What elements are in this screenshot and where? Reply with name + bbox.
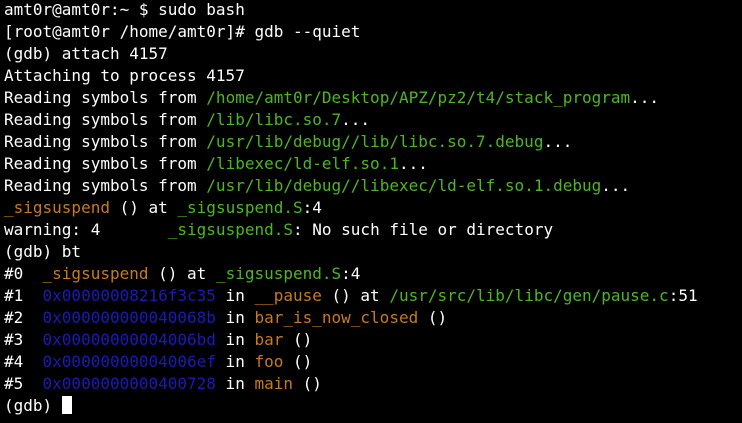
terminal-text-segment: 0x00000000004006bd [42,330,216,349]
terminal-text-segment: #3 [4,330,43,349]
terminal-text-segment: in [215,286,255,305]
terminal-text-segment: /usr/src/lib/libc/gen/pause.c [389,286,669,305]
terminal-text-segment: () [292,374,322,393]
reading-symbols-line: Reading symbols from /usr/lib/debug//lib… [4,175,742,197]
terminal-text-segment: _sigsuspend [4,198,110,217]
shell-prompt-line: amt0r@amt0r:~ $ sudo bash [4,0,742,21]
backtrace-frame: #5 0x0000000000400728 in main () [4,373,742,395]
reading-symbols-line: Reading symbols from /home/amt0r/Desktop… [4,87,742,109]
terminal-text-segment: 0x00000000004006ef [42,352,216,371]
terminal-text-segment: : No such file or directory [293,220,554,239]
terminal-text-segment: #4 [4,352,43,371]
terminal-text-segment: warning: 4 [4,220,168,239]
terminal-text-segment: Reading symbols from [4,110,207,129]
terminal-text-segment: /lib/libc.so.7 [206,110,342,129]
reading-symbols-line: Reading symbols from /lib/libc.so.7... [4,109,742,131]
terminal-text-segment: ... [630,88,660,107]
terminal-text-segment: ... [398,154,428,173]
terminal-text-segment: _sigsuspend.S [177,198,303,217]
terminal-text-segment: :4 [341,264,361,283]
backtrace-frame: #4 0x00000000004006ef in foo () [4,351,742,373]
gdb-attach-line: (gdb) attach 4157 [4,43,742,65]
terminal-text-segment: ... [543,132,573,151]
terminal-text-segment: Reading symbols from [4,132,207,151]
gdb-bt-line: (gdb) bt [4,241,742,263]
terminal-text-segment: /usr/lib/debug//lib/libc.so.7.debug [206,132,544,151]
terminal-cursor[interactable] [61,396,72,414]
terminal-text-segment: () [283,330,313,349]
terminal-text-segment: Reading symbols from [4,154,207,173]
terminal-text-segment: Reading symbols from [4,88,207,107]
terminal-text-segment: #5 [4,374,43,393]
terminal-text-segment: bar [254,330,284,349]
terminal-text-segment: () [283,352,313,371]
gdb-input-line: (gdb) [4,395,742,417]
terminal-text-segment: (gdb) [4,396,62,415]
terminal-text-segment: amt0r@amt0r:~ $ sudo bash [4,0,245,19]
terminal-text-segment: /home/amt0r/Desktop/APZ/pz2/t4/stack_pro… [206,88,631,107]
terminal-text-segment: (gdb) bt [4,242,82,261]
terminal-text-segment: #0 [4,264,43,283]
reading-symbols-line: Reading symbols from /usr/lib/debug//lib… [4,131,742,153]
stop-location-line: _sigsuspend () at _sigsuspend.S:4 [4,197,742,219]
terminal-text-segment: in [215,308,255,327]
terminal-text-segment: main [254,374,293,393]
terminal-text-segment: () at [109,198,178,217]
warning-line: warning: 4 _sigsuspend.S: No such file o… [4,219,742,241]
root-prompt-line: [root@amt0r /home/amt0r]# gdb --quiet [4,21,742,43]
terminal-text-segment: () at [321,286,390,305]
terminal-text-segment: (gdb) attach 4157 [4,44,168,63]
backtrace-frame: #2 0x000000000040068b in bar_is_now_clos… [4,307,742,329]
attaching-line: Attaching to process 4157 [4,65,742,87]
terminal-text-segment: _sigsuspend.S [215,264,342,283]
terminal-text-segment: :4 [302,198,322,217]
terminal-text-segment: foo [254,352,284,371]
terminal-text-segment: 0x000000000040068b [42,308,216,327]
backtrace-frame: #3 0x00000000004006bd in bar () [4,329,742,351]
terminal-text-segment: #1 [4,286,43,305]
terminal-text-segment: #2 [4,308,43,327]
terminal-text-segment: in [215,352,255,371]
backtrace-frame: #0 _sigsuspend () at _sigsuspend.S:4 [4,263,742,285]
terminal-text-segment: in [215,330,255,349]
terminal-text-segment: ... [341,110,371,129]
terminal-text-segment: _sigsuspend.S [167,220,293,239]
terminal-text-segment: 0x0000000000400728 [42,374,216,393]
terminal-text-segment: /libexec/ld-elf.so.1 [206,154,399,173]
terminal-text-segment: _sigsuspend [42,264,149,283]
backtrace-frame: #1 0x00000008216f3c35 in __pause () at /… [4,285,742,307]
terminal-text-segment: 0x00000008216f3c35 [42,286,216,305]
reading-symbols-line: Reading symbols from /libexec/ld-elf.so.… [4,153,742,175]
terminal-text-segment: :51 [668,286,698,305]
terminal-window[interactable]: amt0r@amt0r:~ $ sudo bash [root@amt0r /ho… [0,0,742,423]
terminal-text-segment: bar_is_now_closed [254,308,419,327]
terminal-text-segment: Reading symbols from [4,176,207,195]
terminal-text-segment: Attaching to process 4157 [4,66,245,85]
terminal-text-segment: ... [601,176,631,195]
terminal-text-segment: () [418,308,448,327]
terminal-text-segment: [root@amt0r /home/amt0r]# gdb --quiet [4,22,361,41]
terminal-text-segment: () at [148,264,216,283]
terminal-text-segment: in [215,374,255,393]
terminal-text-segment: __pause [254,286,322,305]
terminal-text-segment: /usr/lib/debug//libexec/ld-elf.so.1.debu… [206,176,602,195]
